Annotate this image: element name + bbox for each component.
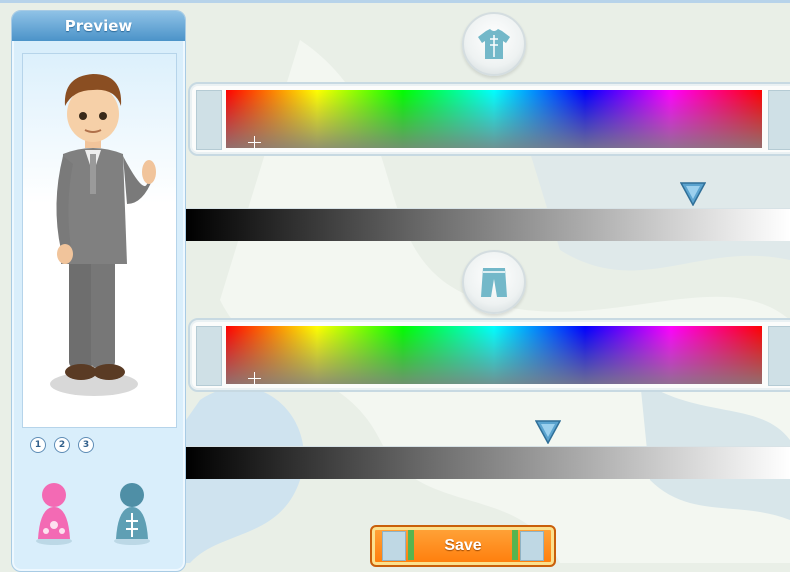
female-avatar-icon[interactable] xyxy=(32,481,76,547)
avatar-preview xyxy=(22,53,177,428)
shirt-icon xyxy=(478,29,510,59)
panel-title: Preview xyxy=(12,11,185,41)
shirt-brightness-bar[interactable] xyxy=(186,208,790,241)
pants-hue-palette[interactable] xyxy=(226,326,762,385)
top-border xyxy=(0,0,790,3)
page-selector: 1 2 3 xyxy=(30,437,94,453)
avatar-figure xyxy=(50,74,156,396)
shirt-category-button[interactable] xyxy=(462,12,526,76)
pants-icon xyxy=(481,268,507,297)
page-3-button[interactable]: 3 xyxy=(78,437,94,453)
shirt-color-palette-frame xyxy=(188,82,790,156)
shirt-hue-palette[interactable] xyxy=(226,90,762,149)
pants-brightness-bar[interactable] xyxy=(186,446,790,479)
page-1-button[interactable]: 1 xyxy=(30,437,46,453)
pants-color-palette-frame xyxy=(188,318,790,392)
greek-ornament xyxy=(768,90,790,150)
save-label: Save xyxy=(444,537,482,554)
pants-brightness-slider-handle[interactable] xyxy=(535,420,562,444)
pants-palette-cursor xyxy=(248,372,261,385)
save-button[interactable]: Save xyxy=(370,525,556,567)
greek-ornament xyxy=(196,90,222,150)
shirt-palette-cursor xyxy=(248,136,261,149)
greek-ornament xyxy=(768,326,790,386)
shirt-brightness-slider-handle[interactable] xyxy=(680,182,707,206)
greek-ornament xyxy=(196,326,222,386)
page-2-button[interactable]: 2 xyxy=(54,437,70,453)
male-avatar-icon[interactable] xyxy=(110,481,154,547)
preview-panel: Preview 1 2 3 xyxy=(11,10,186,572)
pants-category-button[interactable] xyxy=(462,250,526,314)
